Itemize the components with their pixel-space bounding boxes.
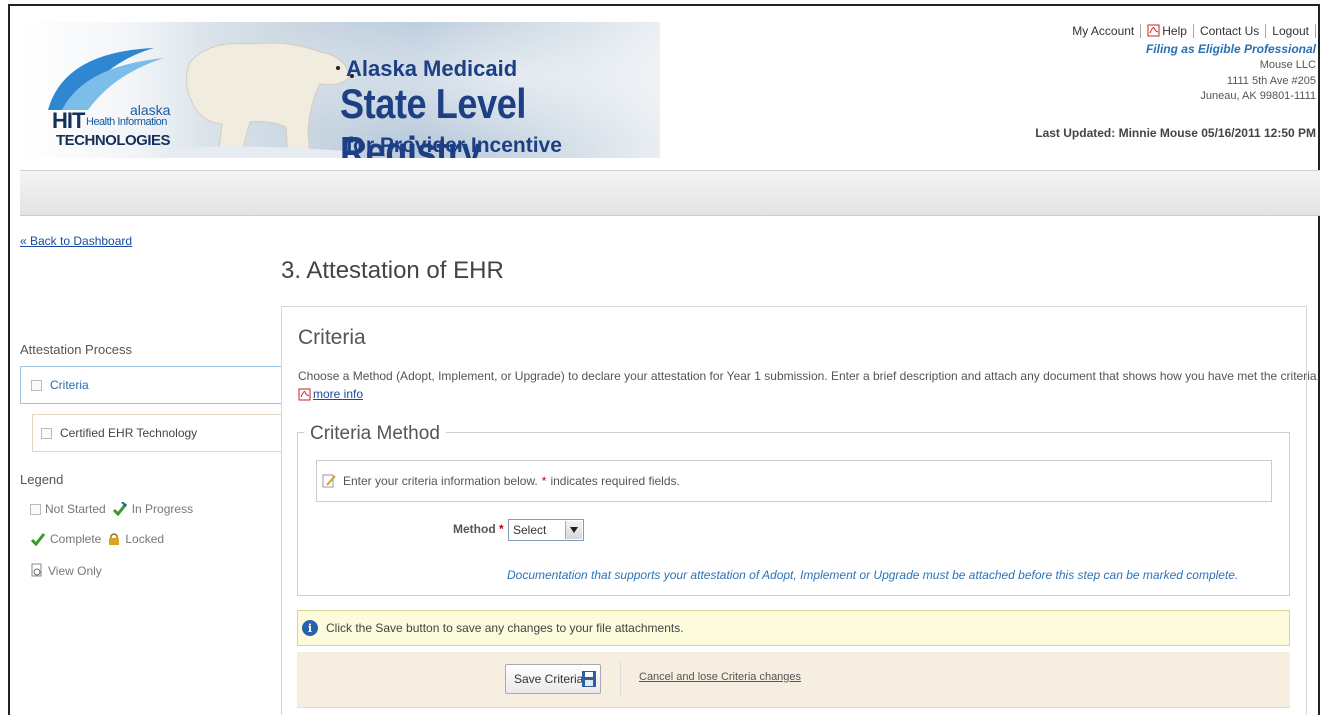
hit-logo: HIT alaska Health Information TECHNOLOGI… (44, 44, 184, 149)
legend-title: Legend (20, 472, 64, 487)
not-started-icon (41, 427, 52, 439)
provider-address: Mouse LLC 1111 5th Ave #205 Juneau, AK 9… (1200, 58, 1316, 105)
top-links: My Account Help Contact Us Logout (1066, 24, 1316, 38)
sidebar-step-certified-ehr[interactable]: Certified EHR Technology (32, 414, 282, 452)
back-to-dashboard-link[interactable]: « Back to Dashboard (20, 234, 132, 248)
chevron-down-icon (565, 521, 582, 539)
floppy-disk-icon (582, 671, 596, 687)
not-started-icon (30, 503, 41, 515)
save-criteria-button[interactable]: Save Criteria (505, 664, 601, 694)
not-started-icon (31, 379, 42, 391)
method-label: Method * (453, 522, 504, 536)
legend-row-3: View Only (30, 563, 102, 578)
brand-line-1: Alaska Medicaid (346, 56, 518, 81)
required-info-box: Enter your criteria information below. *… (316, 460, 1272, 502)
complete-icon (30, 533, 46, 546)
address-line-2: Juneau, AK 99801-1111 (1200, 90, 1316, 102)
legend-row-2: Complete Locked (30, 532, 164, 546)
logout-link[interactable]: Logout (1266, 24, 1315, 38)
brand-line-3: for Provider Incentive Payments (346, 134, 562, 157)
method-select[interactable]: Select (508, 519, 584, 541)
section-title: Criteria (298, 326, 366, 349)
my-account-link[interactable]: My Account (1066, 24, 1140, 38)
org-name: Mouse LLC (1259, 59, 1316, 71)
edit-note-icon (322, 474, 336, 488)
in-progress-icon (112, 502, 127, 516)
criteria-method-legend: Criteria Method (304, 423, 446, 445)
info-icon: i (302, 620, 318, 636)
filing-as-label: Filing as Eligible Professional (1145, 42, 1316, 56)
documentation-note: Documentation that supports your attesta… (507, 568, 1239, 582)
last-updated: Last Updated: Minnie Mouse 05/16/2011 12… (1035, 126, 1316, 140)
pdf-icon (298, 388, 311, 400)
help-link[interactable]: Help (1141, 24, 1193, 38)
lock-icon (109, 533, 120, 545)
view-only-icon (31, 563, 42, 577)
contact-us-link[interactable]: Contact Us (1194, 24, 1265, 38)
address-line-1: 1111 5th Ave #205 (1226, 74, 1316, 87)
polar-bear-image (170, 42, 360, 158)
criteria-description: Choose a Method (Adopt, Implement, or Up… (298, 369, 1320, 383)
cancel-link[interactable]: Cancel and lose Criteria changes (639, 671, 801, 683)
attestation-process-title: Attestation Process (20, 342, 132, 357)
page-title: 3. Attestation of EHR (281, 257, 504, 284)
pdf-icon (1147, 24, 1160, 37)
header-banner: HIT alaska Health Information TECHNOLOGI… (20, 22, 660, 158)
more-info-link[interactable]: more info (298, 387, 363, 401)
sidebar-step-criteria[interactable]: Criteria (20, 366, 282, 404)
legend-row-1: Not Started In Progress (30, 502, 193, 516)
nav-bar (20, 170, 1320, 216)
save-notice-bar: i Click the Save button to save any chan… (297, 610, 1290, 646)
